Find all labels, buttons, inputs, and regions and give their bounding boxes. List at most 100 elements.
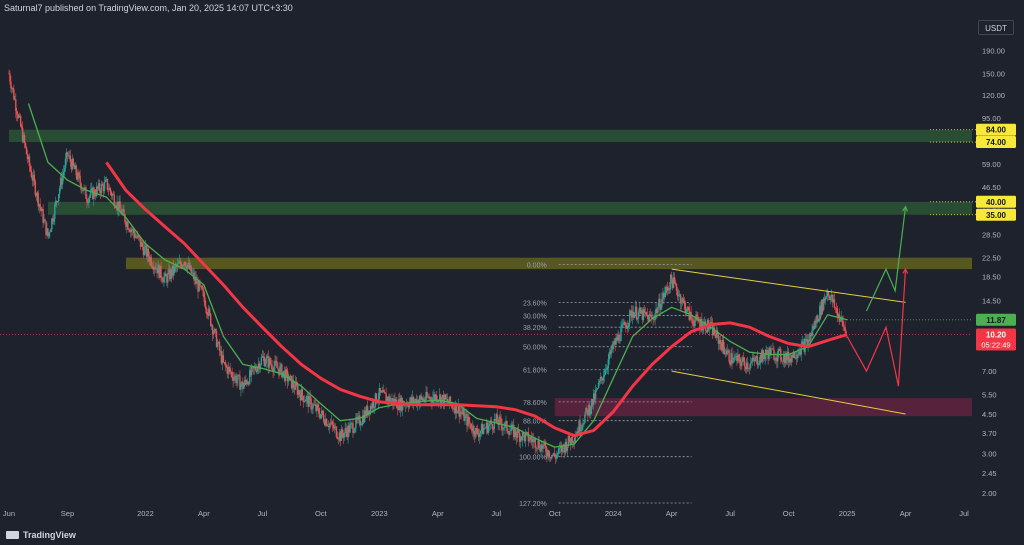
candle-body: [839, 319, 841, 322]
candle-body: [683, 300, 686, 303]
candle-body: [732, 361, 734, 364]
candle-body: [479, 430, 482, 434]
price-tick-label: 150.00: [982, 69, 1005, 78]
time-tick-label: Apr: [666, 509, 678, 518]
time-tick-label: Jun: [3, 509, 15, 518]
candle-body: [163, 277, 165, 283]
candle-body: [584, 414, 586, 423]
candle-body: [628, 322, 630, 327]
candle-body: [384, 392, 386, 394]
candle-body: [843, 326, 845, 328]
candle-body: [470, 423, 472, 429]
candle-body: [260, 357, 263, 365]
candle-body: [276, 363, 278, 368]
fib-level-label: 100.00%: [519, 455, 547, 462]
candle-body: [478, 433, 481, 438]
candle-body: [605, 369, 608, 370]
candle-body: [224, 362, 227, 366]
candle-body: [476, 428, 478, 430]
candle-body: [205, 306, 207, 309]
candle-body: [612, 344, 614, 350]
candle-body: [596, 387, 599, 389]
candle-body: [772, 348, 774, 350]
candle-body: [731, 353, 733, 364]
candle-body: [79, 175, 81, 184]
candle-body: [88, 197, 90, 204]
candle-body: [50, 229, 52, 233]
candle-body: [203, 290, 205, 298]
fib-level-label: 23.60%: [523, 300, 547, 307]
candle-body: [245, 379, 247, 382]
candle-body: [598, 380, 601, 383]
candle-body: [28, 156, 31, 167]
candle-body: [103, 181, 106, 192]
green-zone: [47, 201, 973, 215]
candle-body: [477, 429, 479, 434]
candle-body: [510, 429, 512, 431]
tradingview-logo[interactable]: TradingView: [6, 530, 76, 540]
candle-body: [325, 419, 328, 426]
candle-body: [15, 99, 17, 111]
candle-body: [24, 143, 27, 148]
candle-body: [236, 379, 238, 384]
candle-body: [206, 308, 208, 315]
candle-body: [16, 110, 18, 115]
candle-body: [487, 425, 490, 433]
candle-body: [743, 357, 745, 361]
candle-body: [238, 374, 240, 376]
candle-body: [764, 354, 766, 360]
candle-body: [545, 446, 547, 453]
candle-body: [590, 409, 592, 415]
candle-body: [781, 359, 783, 361]
candle-body: [796, 354, 799, 359]
candle-body: [691, 318, 693, 320]
candle-body: [128, 229, 130, 231]
candle-body: [595, 388, 598, 391]
candle-body: [507, 430, 509, 433]
candle-body: [373, 406, 376, 408]
price-tick-label: 46.50: [982, 183, 1001, 192]
candle-body: [243, 384, 245, 389]
candle-body: [322, 410, 324, 415]
candle-body: [58, 188, 61, 195]
time-axis[interactable]: Jun Sep 2022 Apr Jul Oct 2023 Apr Jul Oct 2024 Apr J…: [3, 509, 969, 518]
candle-body: [811, 330, 813, 336]
candle-body: [312, 404, 314, 409]
candle-body: [49, 232, 51, 233]
candle-body: [666, 287, 668, 289]
candle-body: [723, 347, 725, 354]
price-chart[interactable]: 0.00% 23.60% 30.00% 38.20% 50.00% 61.80% 78.60…: [0, 0, 1024, 545]
candle-body: [597, 382, 600, 388]
candle-body: [352, 423, 354, 433]
candle-body: [757, 364, 760, 366]
candle-body: [225, 365, 227, 367]
candle-body: [829, 296, 832, 300]
candle-body: [527, 432, 530, 442]
currency-button[interactable]: USDT: [978, 20, 1014, 35]
candle-body: [637, 311, 640, 319]
fib-level-label: 127.20%: [519, 501, 547, 508]
candle-body: [150, 257, 152, 266]
candle-body: [277, 367, 279, 370]
candle-body: [824, 297, 827, 301]
candle-body: [515, 428, 517, 436]
candle-body: [660, 307, 662, 310]
candle-body: [844, 327, 846, 332]
candle-body: [359, 415, 361, 426]
candle-body: [202, 289, 204, 291]
candle-body: [602, 376, 605, 381]
candle-body: [645, 312, 648, 315]
price-axis[interactable]: 190.00150.00120.0095.0074.0059.0046.5036…: [930, 0, 1024, 545]
candle-body: [161, 277, 163, 281]
candle-body: [722, 339, 724, 348]
candle-body: [72, 158, 74, 165]
candle-body: [209, 313, 212, 326]
time-tick-label: Jul: [258, 509, 268, 518]
candle-body: [680, 301, 683, 304]
candle-body: [738, 354, 740, 357]
candle-body: [229, 368, 231, 372]
time-tick-label: Apr: [198, 509, 210, 518]
projection-paths: [846, 205, 909, 387]
candle-body: [184, 262, 187, 267]
price-tick-label: 59.00: [982, 160, 1001, 169]
